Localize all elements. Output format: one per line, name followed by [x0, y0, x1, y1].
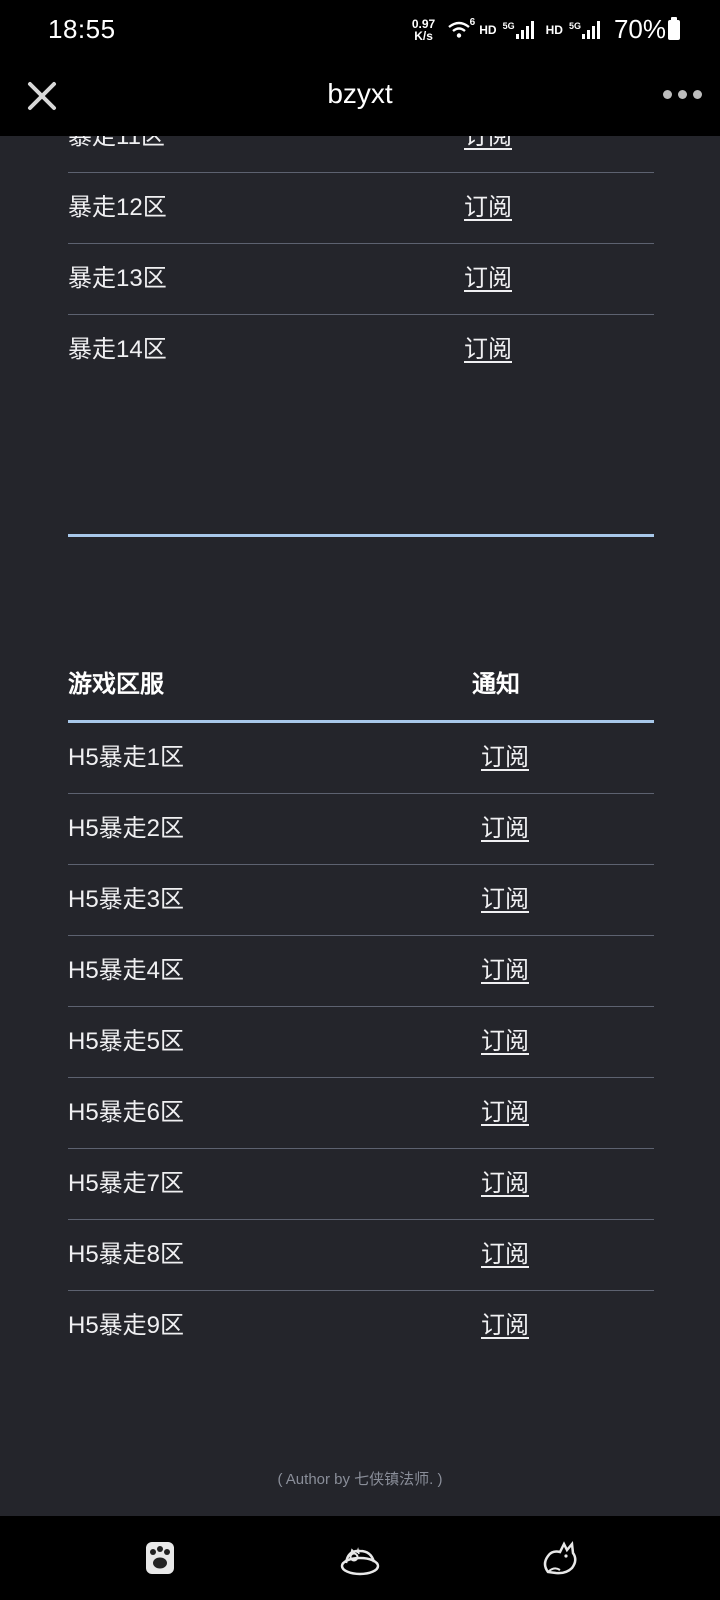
wifi-badge: 6 [469, 16, 476, 28]
cat-icon[interactable] [538, 1536, 582, 1580]
subscribe-link[interactable]: 订阅 [464, 136, 512, 172]
zone-name: 暴走13区 [68, 265, 167, 292]
subscribe-link[interactable]: 订阅 [481, 723, 529, 793]
subscribe-link[interactable]: 订阅 [481, 1007, 529, 1077]
zone-name: H5暴走3区 [68, 886, 185, 913]
zone-name: H5暴走9区 [68, 1312, 185, 1339]
subscribe-link[interactable]: 订阅 [464, 244, 512, 314]
zone-name: H5暴走5区 [68, 1028, 185, 1055]
status-bar: 18:55 0.97 K/s 6 HD 5G HD 5G 70% [0, 0, 720, 60]
battery-icon [668, 17, 680, 40]
zone-name: H5暴走7区 [68, 1170, 185, 1197]
bottom-navigation [0, 1516, 720, 1600]
table-row: H5暴走6区 订阅 [68, 1078, 654, 1149]
zone-name: H5暴走1区 [68, 744, 185, 771]
subscribe-link[interactable]: 订阅 [481, 1149, 529, 1219]
signal-icon-1: 5G [502, 20, 534, 39]
zone-name: H5暴走4区 [68, 957, 185, 984]
table-row: H5暴走8区 订阅 [68, 1220, 654, 1291]
status-indicators: 0.97 K/s 6 HD 5G HD 5G 70% [412, 14, 666, 45]
page-title: bzyxt [327, 78, 393, 109]
subscribe-link[interactable]: 订阅 [481, 1078, 529, 1148]
zone-name: 暴走11区 [68, 136, 165, 150]
column-header-notify: 通知 [472, 671, 520, 698]
table-row: H5暴走4区 订阅 [68, 936, 654, 1007]
paw-icon[interactable] [138, 1536, 182, 1580]
net-speed-unit: K/s [414, 28, 433, 43]
table-row: H5暴走2区 订阅 [68, 794, 654, 865]
table-row: 暴走14区 订阅 [68, 315, 654, 385]
author-credit: ( Author by 七侠镇法师. ) [277, 1471, 443, 1488]
cat-bed-icon[interactable] [338, 1536, 382, 1580]
zone-table-1: 暴走11区 订阅 暴走12区 订阅 暴走13区 订阅 暴走14区 订阅 [68, 136, 654, 385]
table-row: H5暴走1区 订阅 [68, 723, 654, 794]
zone-name: H5暴走8区 [68, 1241, 185, 1268]
table-header: 游戏区服 通知 [68, 650, 654, 723]
zone-name: H5暴走2区 [68, 815, 185, 842]
battery-percent: 70% [613, 14, 666, 44]
hd-badge-2: HD [545, 22, 563, 37]
table-row: H5暴走3区 订阅 [68, 865, 654, 936]
zone-name: 暴走12区 [68, 194, 167, 221]
column-header-zone: 游戏区服 [68, 671, 164, 698]
zone-table-2: 游戏区服 通知 H5暴走1区 订阅 H5暴走2区 订阅 H5暴走3区 订阅 H5… [68, 650, 654, 1361]
table-row: H5暴走5区 订阅 [68, 1007, 654, 1078]
sim-badge-2: 5G [568, 20, 581, 31]
page-content[interactable]: 暴走11区 订阅 暴走12区 订阅 暴走13区 订阅 暴走14区 订阅 游戏区服… [0, 136, 720, 1516]
table-row: 暴走13区 订阅 [68, 244, 654, 315]
subscribe-link[interactable]: 订阅 [481, 1220, 529, 1290]
zone-name: H5暴走6区 [68, 1099, 185, 1126]
table-row: 暴走12区 订阅 [68, 173, 654, 244]
wifi-icon: 6 [447, 16, 476, 40]
subscribe-link[interactable]: 订阅 [481, 936, 529, 1006]
subscribe-link[interactable]: 订阅 [481, 865, 529, 935]
table-row: H5暴走7区 订阅 [68, 1149, 654, 1220]
hd-badge-1: HD [479, 22, 497, 37]
subscribe-link[interactable]: 订阅 [464, 173, 512, 243]
subscribe-link[interactable]: 订阅 [481, 1291, 529, 1361]
zone-name: 暴走14区 [68, 336, 167, 363]
table-row: 暴走11区 订阅 [68, 136, 654, 173]
more-options-icon[interactable] [663, 90, 702, 99]
title-bar: bzyxt [0, 60, 720, 136]
network-speed: 0.97 K/s [412, 18, 435, 42]
section-divider [68, 534, 654, 537]
subscribe-link[interactable]: 订阅 [464, 315, 512, 385]
signal-icon-2: 5G [568, 20, 600, 39]
sim-badge-1: 5G [502, 20, 515, 31]
table-row: H5暴走9区 订阅 [68, 1291, 654, 1361]
status-time: 18:55 [48, 14, 116, 44]
subscribe-link[interactable]: 订阅 [481, 794, 529, 864]
net-speed-value: 0.97 [411, 16, 436, 31]
